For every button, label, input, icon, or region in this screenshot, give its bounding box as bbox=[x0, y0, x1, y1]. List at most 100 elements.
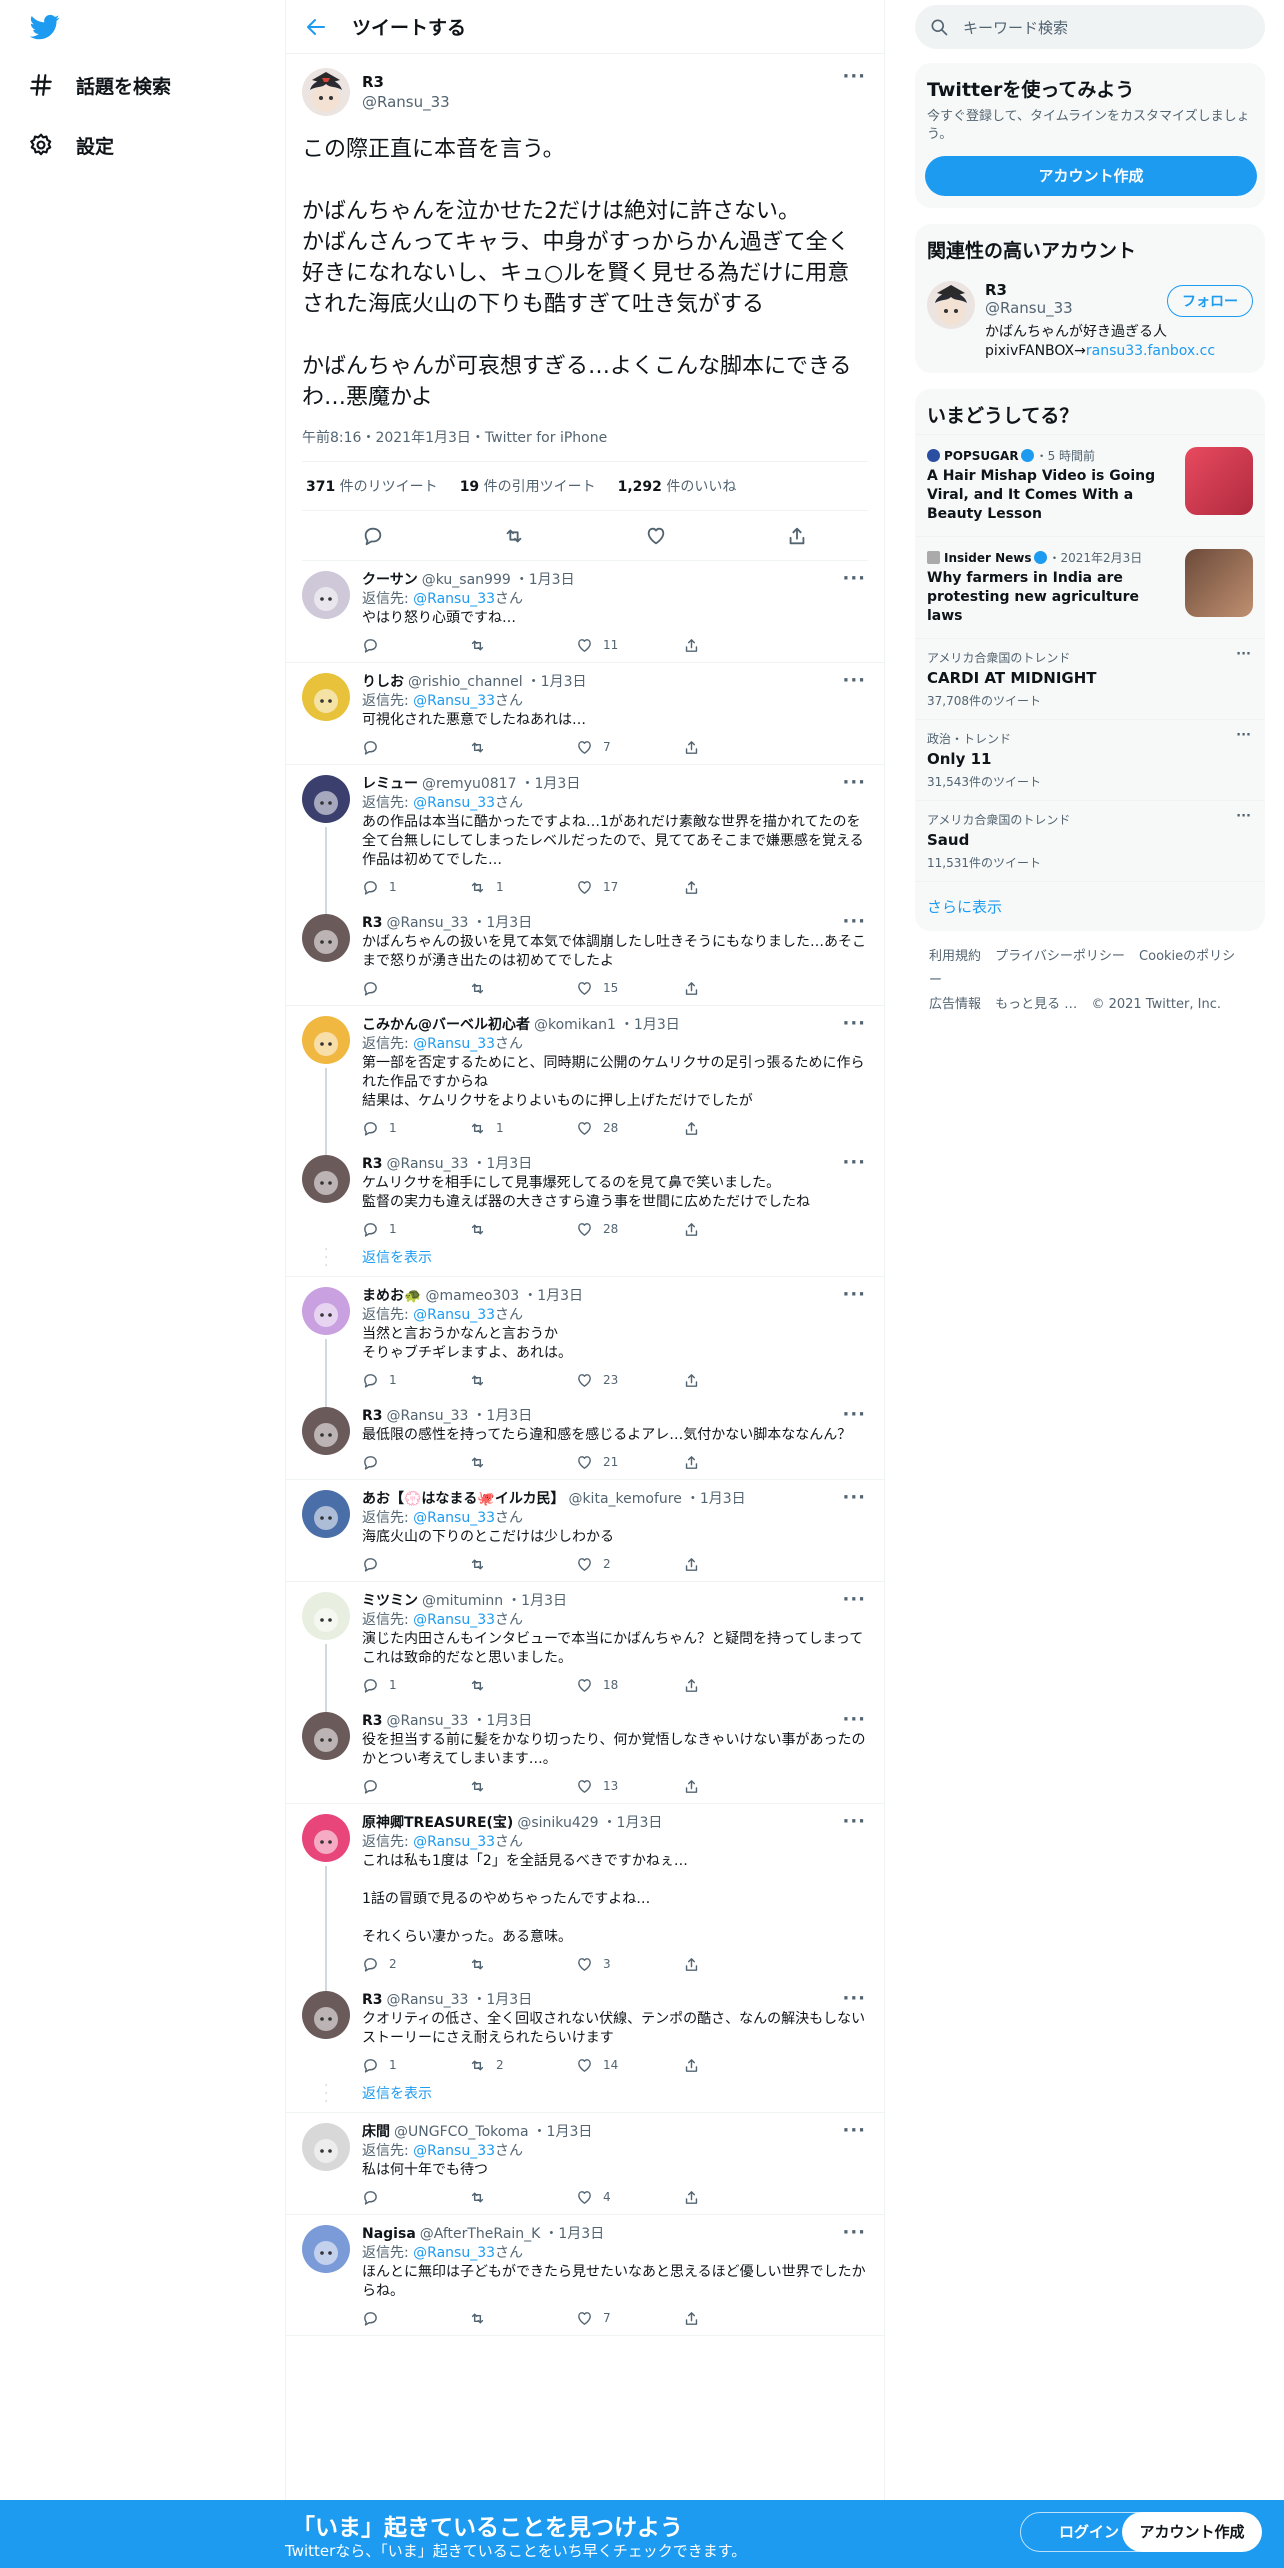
back-arrow-icon[interactable] bbox=[304, 15, 328, 39]
reply-date[interactable]: 1月3日 bbox=[541, 673, 587, 692]
show-replies-link[interactable]: · · · 返信を表示 bbox=[286, 1243, 884, 1276]
more-options-icon[interactable]: ··· bbox=[842, 1285, 866, 1304]
more-options-icon[interactable]: ··· bbox=[842, 1014, 866, 1033]
reply-button[interactable] bbox=[362, 1556, 469, 1573]
reply-date[interactable]: 1月3日 bbox=[486, 1712, 532, 1731]
reply-tweet[interactable]: 床間 @UNGFCO_Tokoma ・ 1月3日 ··· 返信先: @Ransu_33さん… bbox=[286, 2113, 884, 2214]
reply-author-name[interactable]: 原神卿TREASURE(宝) bbox=[362, 1814, 513, 1833]
share-button[interactable] bbox=[683, 1372, 790, 1389]
reply-to-handle[interactable]: @Ransu_33 bbox=[413, 693, 495, 709]
reply-date[interactable]: 1月3日 bbox=[521, 1592, 567, 1611]
news-story[interactable]: POPSUGAR ・5 時間前 A Hair Mishap Video is Go… bbox=[915, 434, 1265, 536]
reply-author-handle[interactable]: @Ransu_33 bbox=[387, 1407, 469, 1426]
share-button[interactable] bbox=[683, 1221, 790, 1238]
reply-button[interactable]: 1 bbox=[362, 878, 469, 897]
reply-tweet[interactable]: あお【💮はなまる🐙イルカ民】 @kita_kemofure ・ 1月3日 ··· 返信先:… bbox=[286, 1480, 884, 1581]
like-button[interactable]: 23 bbox=[576, 1371, 683, 1390]
quote-count[interactable]: 19 件の引用ツイート bbox=[460, 476, 596, 496]
retweet-button[interactable] bbox=[469, 2189, 576, 2206]
reply-tweet[interactable]: R3 @Ransu_33 ・ 1月3日 ··· クオリティの低さ、全く回収されない伏線、テ… bbox=[286, 1981, 884, 2082]
twitter-logo-icon[interactable] bbox=[28, 12, 62, 42]
trend-item[interactable]: アメリカ合衆国のトレンド Saud 11,531件のツイート ··· bbox=[915, 800, 1265, 881]
related-account[interactable]: R3 @Ransu_33 かばんちゃんが好き過ぎる人 pixivFANBOX→r… bbox=[915, 269, 1265, 373]
like-icon[interactable] bbox=[645, 525, 667, 547]
reply-author-name[interactable]: R3 bbox=[362, 914, 383, 933]
follow-button[interactable]: フォロー bbox=[1167, 285, 1253, 317]
like-button[interactable]: 2 bbox=[576, 1555, 683, 1574]
reply-button[interactable]: 2 bbox=[362, 1955, 469, 1974]
show-replies-link[interactable]: · · · 返信を表示 bbox=[286, 2079, 884, 2112]
like-button[interactable]: 15 bbox=[576, 979, 683, 998]
nav-explore[interactable]: 話題を検索 bbox=[28, 70, 171, 100]
avatar[interactable] bbox=[302, 1490, 350, 1538]
more-options-icon[interactable]: ··· bbox=[842, 1153, 866, 1172]
reply-author-handle[interactable]: @remyu0817 bbox=[422, 775, 517, 794]
retweet-button[interactable]: 1 bbox=[469, 878, 576, 897]
reply-button[interactable]: 1 bbox=[362, 1371, 469, 1390]
reply-button[interactable]: 1 bbox=[362, 1119, 469, 1138]
reply-author-handle[interactable]: @kita_kemofure bbox=[568, 1490, 681, 1509]
reply-author-handle[interactable]: @Ransu_33 bbox=[387, 1712, 469, 1731]
tweet-meta[interactable]: 午前8:16・2021年1月3日・Twitter for iPhone bbox=[302, 427, 868, 462]
avatar[interactable] bbox=[302, 68, 350, 116]
reply-date[interactable]: 1月3日 bbox=[486, 1991, 532, 2010]
retweet-icon[interactable] bbox=[503, 525, 525, 547]
more-options-icon[interactable]: ··· bbox=[842, 66, 866, 87]
reply-date[interactable]: 1月3日 bbox=[535, 775, 581, 794]
create-account-button[interactable]: アカウント作成 bbox=[925, 156, 1257, 196]
share-button[interactable] bbox=[683, 879, 790, 896]
share-button[interactable] bbox=[683, 1454, 790, 1471]
reply-author-handle[interactable]: @AfterTheRain_K bbox=[420, 2225, 541, 2244]
reply-tweet[interactable]: R3 @Ransu_33 ・ 1月3日 ··· かばんちゃんの扱いを見て本気で体調崩したし… bbox=[286, 904, 884, 1005]
reply-to-handle[interactable]: @Ransu_33 bbox=[413, 1307, 495, 1323]
reply-author-name[interactable]: 床間 bbox=[362, 2123, 390, 2142]
more-options-icon[interactable]: ··· bbox=[842, 2223, 866, 2242]
footer-link[interactable]: 利用規約 bbox=[929, 949, 981, 964]
reply-author-name[interactable]: Nagisa bbox=[362, 2225, 416, 2244]
reply-author-name[interactable]: R3 bbox=[362, 1991, 383, 2010]
reply-author-handle[interactable]: @Ransu_33 bbox=[387, 1155, 469, 1174]
share-button[interactable] bbox=[683, 1956, 790, 1973]
reply-tweet[interactable]: りしお @rishio_channel ・ 1月3日 ··· 返信先: @Ransu_33… bbox=[286, 663, 884, 764]
more-options-icon[interactable]: ··· bbox=[842, 773, 866, 792]
share-icon[interactable] bbox=[786, 525, 808, 547]
reply-author-handle[interactable]: @rishio_channel bbox=[408, 673, 523, 692]
avatar[interactable] bbox=[302, 914, 350, 962]
reply-date[interactable]: 1月3日 bbox=[634, 1016, 680, 1035]
reply-author-name[interactable]: R3 bbox=[362, 1155, 383, 1174]
reply-tweet[interactable]: Nagisa @AfterTheRain_K ・ 1月3日 ··· 返信先: @Ransu… bbox=[286, 2215, 884, 2335]
reply-date[interactable]: 1月3日 bbox=[486, 1155, 532, 1174]
avatar[interactable] bbox=[302, 775, 350, 823]
footer-link[interactable]: 広告情報 bbox=[929, 997, 981, 1012]
like-button[interactable]: 3 bbox=[576, 1955, 683, 1974]
retweet-button[interactable]: 1 bbox=[469, 1119, 576, 1138]
share-button[interactable] bbox=[683, 1778, 790, 1795]
retweet-button[interactable] bbox=[469, 2310, 576, 2327]
reply-tweet[interactable]: R3 @Ransu_33 ・ 1月3日 ··· 最低限の感性を持ってたら違和感を感じるよア… bbox=[286, 1397, 884, 1479]
search-input[interactable]: キーワード検索 bbox=[915, 5, 1265, 49]
reply-author-handle[interactable]: @Ransu_33 bbox=[387, 1991, 469, 2010]
like-button[interactable]: 11 bbox=[576, 636, 683, 655]
reply-date[interactable]: 1月3日 bbox=[486, 1407, 532, 1426]
show-more-link[interactable]: さらに表示 bbox=[915, 881, 1265, 931]
like-button[interactable]: 13 bbox=[576, 1777, 683, 1796]
reply-author-name[interactable]: R3 bbox=[362, 1407, 383, 1426]
reply-button[interactable] bbox=[362, 2310, 469, 2327]
more-options-icon[interactable]: ··· bbox=[842, 1989, 866, 2008]
tweet-author-handle[interactable]: @Ransu_33 bbox=[362, 93, 450, 111]
reply-tweet[interactable]: ミツミン @mituminn ・ 1月3日 ··· 返信先: @Ransu_33さん 演じた… bbox=[286, 1582, 884, 1712]
reply-date[interactable]: 1月3日 bbox=[547, 2123, 593, 2142]
retweet-button[interactable] bbox=[469, 1454, 576, 1471]
share-button[interactable] bbox=[683, 1677, 790, 1694]
retweet-button[interactable] bbox=[469, 1956, 576, 1973]
like-button[interactable]: 7 bbox=[576, 738, 683, 757]
reply-to-handle[interactable]: @Ransu_33 bbox=[413, 1834, 495, 1850]
like-button[interactable]: 28 bbox=[576, 1119, 683, 1138]
avatar[interactable] bbox=[302, 1991, 350, 2039]
reply-date[interactable]: 1月3日 bbox=[558, 2225, 604, 2244]
reply-tweet[interactable]: まめお🐢 @mameo303 ・ 1月3日 ··· 返信先: @Ransu_33さん 当然と… bbox=[286, 1277, 884, 1407]
reply-date[interactable]: 1月3日 bbox=[537, 1287, 583, 1306]
avatar[interactable] bbox=[302, 1016, 350, 1064]
reply-to-handle[interactable]: @Ransu_33 bbox=[413, 795, 495, 811]
like-button[interactable]: 7 bbox=[576, 2309, 683, 2328]
